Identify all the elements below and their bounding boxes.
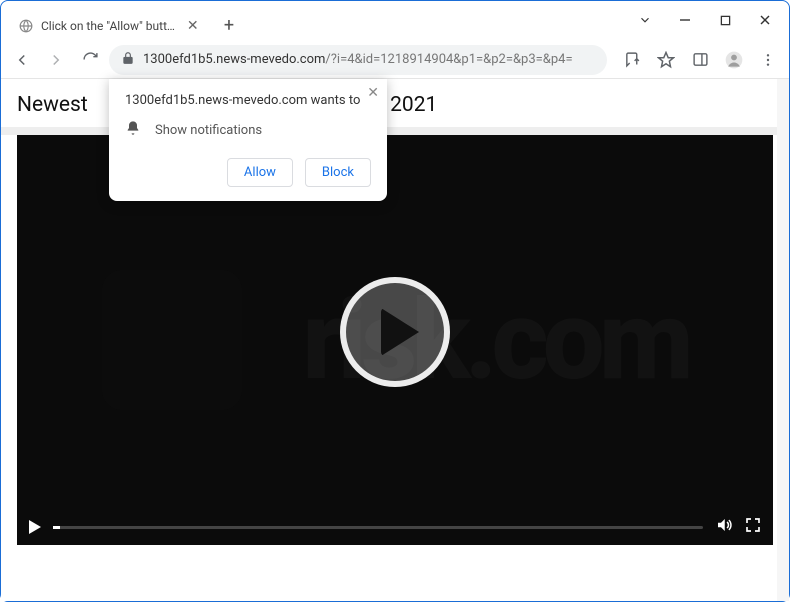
- notification-permission-popup: ✕ 1300efd1b5.news-mevedo.com wants to Sh…: [109, 79, 387, 201]
- url-text: 1300efd1b5.news-mevedo.com/?i=4&id=12189…: [143, 52, 573, 67]
- bell-icon: [125, 120, 141, 140]
- share-icon[interactable]: [617, 45, 647, 75]
- tab-strip: Click on the "Allow" button to pl... ✕ +: [1, 1, 625, 41]
- window-titlebar: Click on the "Allow" button to pl... ✕ +: [1, 1, 789, 41]
- tab-close-icon[interactable]: ✕: [186, 18, 199, 34]
- vertical-scrollbar[interactable]: [777, 79, 789, 601]
- bookmark-star-icon[interactable]: [651, 45, 681, 75]
- popup-actions: Allow Block: [125, 158, 371, 187]
- back-button[interactable]: [7, 45, 37, 75]
- progress-bar[interactable]: [53, 526, 703, 529]
- browser-tab[interactable]: Click on the "Allow" button to pl... ✕: [9, 10, 209, 42]
- popup-message-row: Show notifications: [125, 120, 371, 140]
- tab-favicon-globe-icon: [19, 18, 33, 34]
- toolbar-right-icons: [617, 45, 783, 75]
- url-host: 1300efd1b5.news-mevedo.com: [143, 52, 325, 67]
- page-content: Newest in 2021 risk.com ✕ 1300efd1b5.new…: [1, 79, 789, 601]
- play-icon: [381, 308, 419, 356]
- fullscreen-icon[interactable]: [745, 517, 761, 537]
- player-controls: [17, 509, 773, 545]
- block-button[interactable]: Block: [305, 158, 371, 187]
- tab-title: Click on the "Allow" button to pl...: [41, 19, 178, 33]
- minimize-icon[interactable]: [665, 5, 705, 35]
- play-button[interactable]: [340, 277, 450, 387]
- kebab-menu-icon[interactable]: [753, 45, 783, 75]
- heading-prefix: Newest: [17, 93, 88, 117]
- browser-toolbar: 1300efd1b5.news-mevedo.com/?i=4&id=12189…: [1, 41, 789, 79]
- allow-button[interactable]: Allow: [227, 158, 293, 187]
- popup-message: Show notifications: [155, 123, 262, 138]
- controls-play-icon[interactable]: [29, 520, 41, 534]
- address-bar[interactable]: 1300efd1b5.news-mevedo.com/?i=4&id=12189…: [109, 45, 607, 75]
- watermark-badge: [102, 270, 242, 410]
- reload-button[interactable]: [75, 45, 105, 75]
- volume-icon[interactable]: [715, 516, 733, 538]
- maximize-icon[interactable]: [705, 5, 745, 35]
- popup-title: 1300efd1b5.news-mevedo.com wants to: [125, 93, 371, 108]
- progress-fill: [53, 526, 60, 529]
- window-controls: [625, 5, 785, 35]
- url-path: /?i=4&id=1218914904&p1=&p2=&p3=&p4=: [325, 52, 572, 67]
- chevron-down-icon[interactable]: [625, 5, 665, 35]
- profile-avatar-icon[interactable]: [719, 45, 749, 75]
- side-panel-icon[interactable]: [685, 45, 715, 75]
- forward-button[interactable]: [41, 45, 71, 75]
- close-window-icon[interactable]: [745, 5, 785, 35]
- popup-close-icon[interactable]: ✕: [367, 85, 379, 101]
- lock-icon: [121, 51, 135, 69]
- new-tab-button[interactable]: +: [215, 11, 243, 39]
